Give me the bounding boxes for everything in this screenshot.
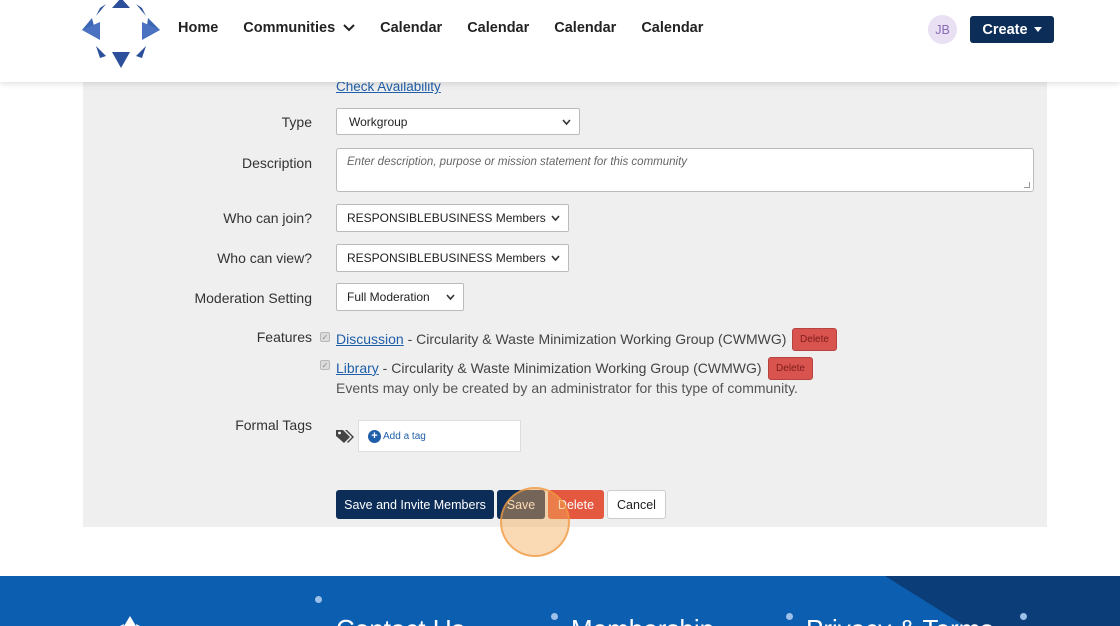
who-can-view-label: Who can view? [217,250,312,266]
chevron-down-icon [562,119,571,126]
resize-handle[interactable] [1024,182,1030,188]
who-can-join-label: Who can join? [223,210,312,226]
nav-calendar-link[interactable]: Calendar [641,20,703,36]
save-and-invite-button[interactable]: Save and Invite Members [336,490,494,519]
footer-logo-icon [120,616,140,626]
library-link[interactable]: Library [336,360,379,376]
footer-dot [786,613,793,620]
footer-privacy-heading[interactable]: Privacy & Terms [806,614,993,626]
library-text: - Circularity & Waste Minimization Worki… [378,360,762,376]
moderation-select[interactable]: Full Moderation [336,283,464,311]
features-label: Features [256,329,312,345]
delete-discussion-button[interactable]: Delete [792,328,837,351]
user-avatar[interactable]: JB [928,15,957,44]
nav-home-link[interactable]: Home [178,20,218,36]
cancel-button[interactable]: Cancel [607,490,666,519]
chevron-down-icon [551,215,560,222]
type-select-value: Workgroup [349,114,408,129]
create-button[interactable]: Create [970,16,1054,43]
discussion-text: - Circularity & Waste Minimization Worki… [403,331,787,347]
footer-dot [1020,613,1027,620]
nav-calendar-4[interactable]: Calendar [641,20,703,36]
chevron-down-icon [446,294,455,301]
events-note: Events may only be created by an adminis… [336,380,798,396]
moderation-value: Full Moderation [347,290,430,304]
type-label: Type [281,114,312,130]
footer-dot [551,613,558,620]
description-placeholder: Enter description, purpose or mission st… [347,156,688,168]
delete-library-button[interactable]: Delete [768,357,813,380]
feature-checkbox-library[interactable]: ✓ [320,360,330,370]
site-header: Home Communities Calendar Calendar Calen… [0,0,1120,82]
click-indicator [500,487,570,557]
caret-down-icon [1033,27,1042,32]
create-button-label: Create [982,21,1028,38]
type-select[interactable]: Workgroup [336,108,580,135]
chevron-down-icon[interactable] [343,24,355,32]
who-can-join-select[interactable]: RESPONSIBLEBUSINESS Members [336,204,569,232]
discussion-link[interactable]: Discussion [336,331,404,347]
footer-contact-heading[interactable]: Contact Us [336,614,465,626]
nav-communities-link[interactable]: Communities [243,20,335,36]
add-tag-label: Add a tag [383,430,426,442]
site-footer: Contact Us Membership Privacy & Terms [0,576,1120,626]
main-nav: Home Communities Calendar Calendar Calen… [178,20,728,36]
nav-home[interactable]: Home [178,20,218,36]
moderation-label: Moderation Setting [194,290,312,306]
add-tag-input[interactable]: + Add a tag [358,420,521,452]
tags-icon [336,430,354,443]
plus-circle-icon: + [368,429,381,443]
nav-calendar-link[interactable]: Calendar [554,20,616,36]
who-can-view-value: RESPONSIBLEBUSINESS Members [347,251,546,265]
who-can-view-select[interactable]: RESPONSIBLEBUSINESS Members [336,244,569,272]
description-textarea[interactable]: Enter description, purpose or mission st… [336,148,1034,192]
feature-library: Library - Circularity & Waste Minimizati… [336,360,762,376]
nav-communities[interactable]: Communities [243,20,355,36]
nav-calendar-link[interactable]: Calendar [380,20,442,36]
footer-membership-heading[interactable]: Membership [571,614,714,626]
feature-checkbox-discussion[interactable]: ✓ [320,332,330,342]
nav-calendar-1[interactable]: Calendar [380,20,442,36]
footer-dot [315,596,322,603]
nav-calendar-3[interactable]: Calendar [554,20,616,36]
chevron-down-icon [551,255,560,262]
feature-discussion: Discussion - Circularity & Waste Minimiz… [336,331,786,347]
description-label: Description [241,155,312,171]
who-can-join-value: RESPONSIBLEBUSINESS Members [347,211,546,225]
formal-tags-label: Formal Tags [235,417,312,433]
site-logo-icon[interactable] [78,0,164,74]
nav-calendar-2[interactable]: Calendar [467,20,529,36]
nav-calendar-link[interactable]: Calendar [467,20,529,36]
